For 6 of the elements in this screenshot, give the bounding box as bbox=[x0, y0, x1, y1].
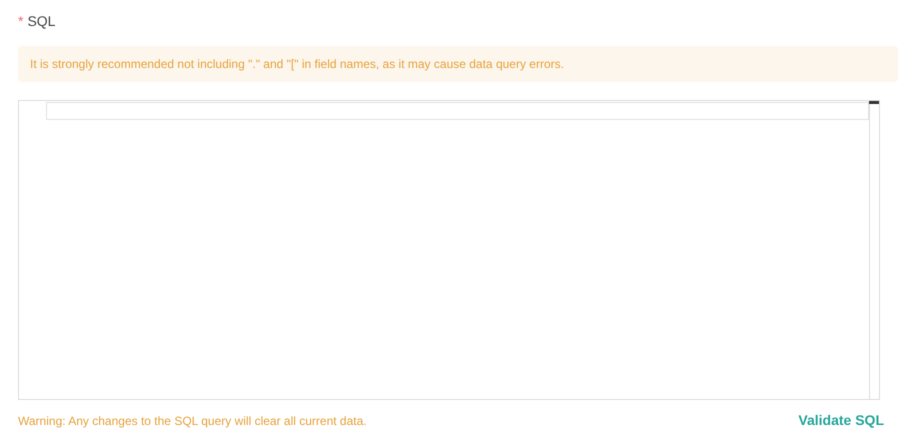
warning-text: Warning: Any changes to the SQL query will clear all current data. bbox=[18, 412, 367, 430]
sql-editor[interactable] bbox=[18, 100, 880, 400]
validate-sql-link[interactable]: Validate SQL bbox=[798, 410, 884, 431]
warning-alert: It is strongly recommended not including "." and "[" in field names, as it may cause data query errors. bbox=[18, 46, 898, 82]
required-asterisk: * bbox=[18, 12, 24, 30]
field-label: SQL bbox=[27, 12, 56, 31]
